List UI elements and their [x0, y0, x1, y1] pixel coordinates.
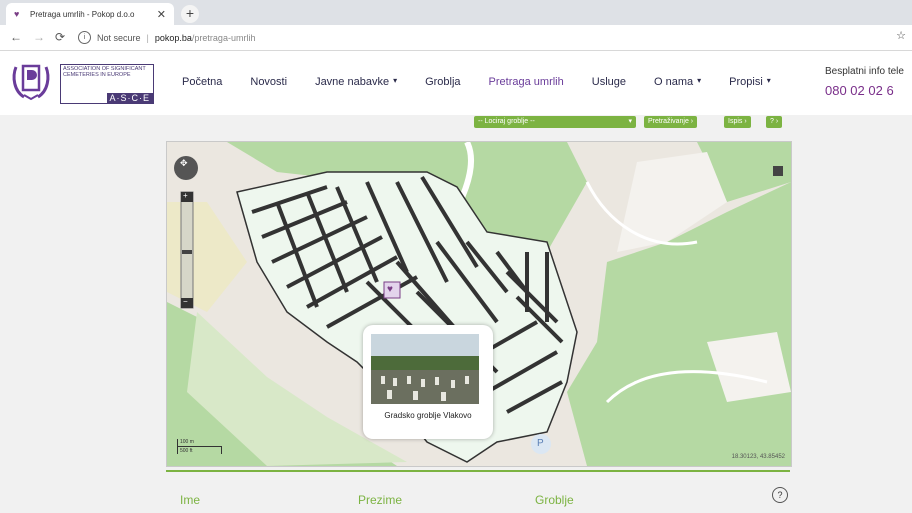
url-input[interactable]: i Not secure | pokop.ba /pretraga-umrlih [78, 28, 908, 47]
security-label: Not secure [97, 32, 141, 43]
browser-tab-strip: ♥ Pretraga umrlih - Pokop d.o.o ✕ + [0, 0, 912, 25]
menu-item-pretraga-umrlih[interactable]: Pretraga umrlih [489, 76, 564, 88]
info-phone-label: Besplatni info tele [825, 66, 904, 77]
help-button[interactable]: ? › [766, 116, 783, 128]
chevron-down-icon: ▾ [393, 76, 398, 85]
search-button[interactable]: Pretraživanje › [644, 116, 698, 128]
url-separator: | [146, 32, 149, 43]
parking-icon: P [537, 438, 544, 449]
ime-label: Ime [180, 493, 201, 507]
menu-item-groblja[interactable]: Groblja [425, 76, 460, 88]
scale-metric: 100 m [177, 439, 222, 447]
cemetery-marker-icon[interactable]: ♥ [387, 284, 393, 295]
scale-imperial: 500 ft [177, 447, 222, 454]
popup-caption: Gradsko groblje Vlakovo [384, 411, 472, 420]
asce-badge: ASSOCIATION OF SIGNIFICANT CEMETERIES IN… [60, 64, 154, 104]
chevron-down-icon: ▾ [628, 118, 632, 125]
site-logo[interactable]: ASSOCIATION OF SIGNIFICANT CEMETERIES IN… [10, 61, 155, 105]
pokop-logo-icon [12, 64, 50, 101]
help-icon[interactable]: ? [772, 487, 788, 503]
map-scale: 100 m 500 ft [177, 439, 222, 454]
back-icon[interactable]: ← [10, 30, 22, 44]
menu-item-o-nama[interactable]: O nama [654, 76, 693, 88]
site-header: ASSOCIATION OF SIGNIFICANT CEMETERIES IN… [0, 51, 912, 115]
layer-switcher-icon[interactable] [773, 166, 783, 176]
menu-item-usluge[interactable]: Usluge [592, 76, 626, 88]
pan-control-icon[interactable]: ✥ [180, 158, 188, 169]
info-icon[interactable]: i [78, 31, 91, 44]
menu-item-javne-nabavke[interactable]: Javne nabavke [315, 76, 389, 88]
menu-item-novosti[interactable]: Novosti [250, 76, 287, 88]
reload-icon[interactable]: ⟳ [55, 30, 65, 44]
new-tab-button[interactable]: + [181, 5, 199, 23]
prezime-label: Prezime [358, 493, 403, 507]
asce-text: ASSOCIATION OF SIGNIFICANT CEMETERIES IN… [63, 66, 146, 78]
url-host: pokop.ba [154, 32, 192, 43]
locate-cemetery-select[interactable]: -- Lociraj groblje -- ▾ [474, 116, 636, 128]
print-button[interactable]: Ispis › [724, 116, 751, 128]
cemetery-photo [371, 334, 479, 404]
chevron-down-icon: ▾ [697, 76, 702, 85]
address-bar: ← → ⟳ i Not secure | pokop.ba /pretraga-… [0, 25, 912, 51]
map-popup[interactable]: Gradsko groblje Vlakovo [363, 325, 493, 439]
chevron-down-icon: ▾ [766, 76, 771, 85]
zoom-in-icon[interactable]: + [183, 191, 188, 200]
cemetery-map[interactable]: ✥ + − ♥ P Gradsko groblje Vlakovo 100 m … [166, 141, 792, 467]
main-menu: Početna Novosti Javne nabavke ▾ Groblja … [182, 76, 771, 88]
locate-select-value: -- Lociraj groblje -- [478, 118, 535, 125]
browser-tab[interactable]: ♥ Pretraga umrlih - Pokop d.o.o ✕ [6, 3, 174, 25]
menu-item-pocetna[interactable]: Početna [182, 76, 222, 88]
url-path: /pretraga-umrlih [191, 32, 256, 43]
tab-close-icon[interactable]: ✕ [157, 8, 166, 21]
tab-title: Pretraga umrlih - Pokop d.o.o [30, 9, 135, 19]
info-phone-number[interactable]: 080 02 02 6 [825, 83, 904, 98]
groblje-label: Groblje [535, 493, 574, 507]
section-divider [166, 470, 790, 472]
bookmark-star-icon[interactable]: ☆ [896, 29, 906, 42]
info-phone: Besplatni info tele 080 02 02 6 [825, 66, 904, 98]
map-coordinates: 18.30123, 43.85452 [731, 454, 785, 460]
menu-item-propisi[interactable]: Propisi [729, 76, 763, 88]
forward-icon[interactable]: → [33, 30, 45, 44]
site-favicon-icon: ♥ [14, 9, 20, 19]
asce-abbrev: A·S·C·E [106, 93, 153, 103]
zoom-out-icon[interactable]: − [183, 297, 188, 306]
